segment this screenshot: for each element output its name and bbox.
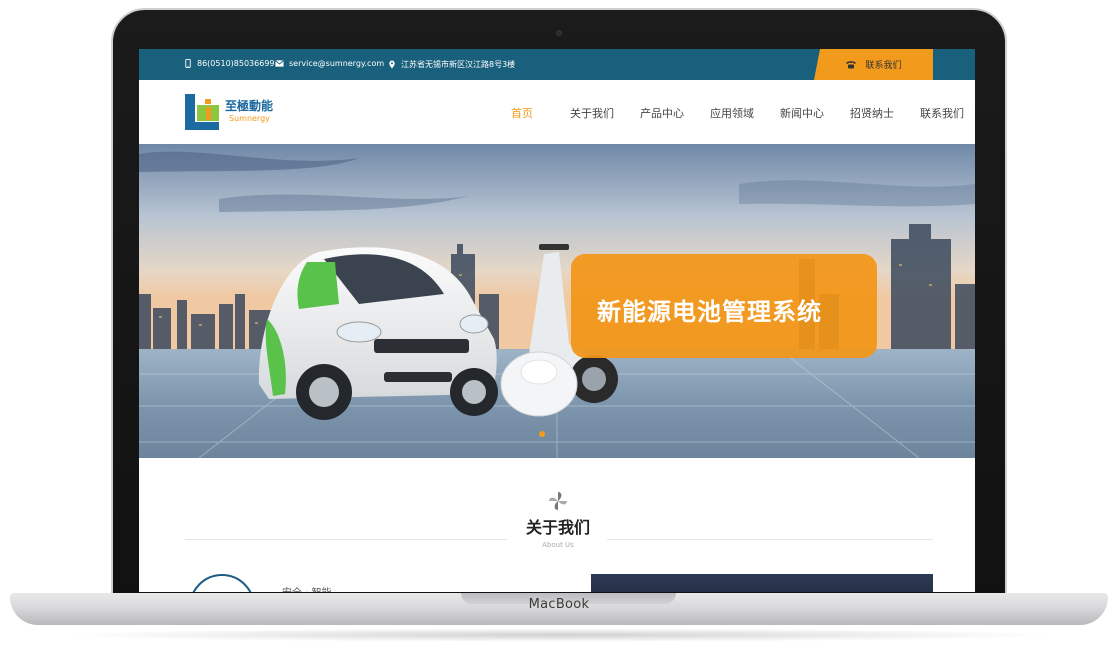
address-info: 江苏省无锡市新区汉江路8号3楼 — [388, 59, 515, 70]
location-icon — [389, 60, 395, 69]
address-text: 江苏省无锡市新区汉江路8号3楼 — [401, 60, 516, 69]
telephone-icon — [846, 61, 857, 69]
site-logo[interactable]: 至極動能 Sumnergy — [185, 93, 273, 131]
main-nav: 首页 关于我们 产品中心 应用领域 新闻中心 招贤纳士 联系我们 — [487, 105, 975, 121]
email-address[interactable]: service@sumnergy.com — [289, 59, 384, 68]
nav-careers[interactable]: 招贤纳士 — [837, 105, 907, 121]
about-section: 关于我们 About Us 安全 · 智能 — [139, 458, 975, 592]
logo-name-en: Sumnergy — [229, 114, 270, 123]
contact-us-button[interactable]: 联系我们 — [814, 49, 933, 80]
device-label: MacBook — [528, 597, 590, 612]
phone-icon — [185, 59, 191, 68]
logo-name-cn: 至極動能 — [225, 99, 274, 113]
about-snippet: 安全 · 智能 — [282, 584, 332, 592]
phone-number[interactable]: 86(0510)85036699 — [197, 59, 275, 68]
nav-applications[interactable]: 应用领域 — [697, 105, 767, 121]
browser-screen: 86(0510)85036699 service@sumnergy.com 江苏… — [139, 49, 975, 592]
nav-home[interactable]: 首页 — [487, 105, 557, 121]
about-image — [591, 574, 933, 592]
camera-icon — [556, 30, 562, 36]
divider — [607, 539, 933, 540]
mail-icon — [275, 60, 284, 67]
site-header: 至極動能 Sumnergy 首页 关于我们 产品中心 应用领域 新闻中心 招贤纳… — [139, 80, 975, 144]
banner-title: 新能源电池管理系统 — [597, 298, 822, 326]
email-info: service@sumnergy.com — [275, 59, 384, 68]
nav-about[interactable]: 关于我们 — [557, 105, 627, 121]
logo-text: 至極動能 Sumnergy — [225, 100, 273, 124]
carousel-dots — [539, 431, 545, 437]
about-circle-graphic — [189, 574, 255, 592]
about-title: 关于我们 — [525, 518, 590, 537]
phone-info: 86(0510)85036699 — [184, 59, 275, 68]
carousel-dot[interactable] — [539, 431, 545, 437]
pinwheel-icon — [549, 492, 567, 510]
divider — [185, 539, 507, 540]
nav-contact[interactable]: 联系我们 — [907, 105, 975, 121]
hero-banner: 新能源电池管理系统 — [139, 144, 975, 458]
logo-icon — [185, 94, 219, 130]
nav-products[interactable]: 产品中心 — [627, 105, 697, 121]
about-subtitle: About Us — [542, 541, 574, 549]
laptop-shadow — [60, 628, 1058, 642]
top-info-bar: 86(0510)85036699 service@sumnergy.com 江苏… — [139, 49, 975, 80]
contact-us-label: 联系我们 — [865, 61, 902, 71]
nav-news[interactable]: 新闻中心 — [767, 105, 837, 121]
